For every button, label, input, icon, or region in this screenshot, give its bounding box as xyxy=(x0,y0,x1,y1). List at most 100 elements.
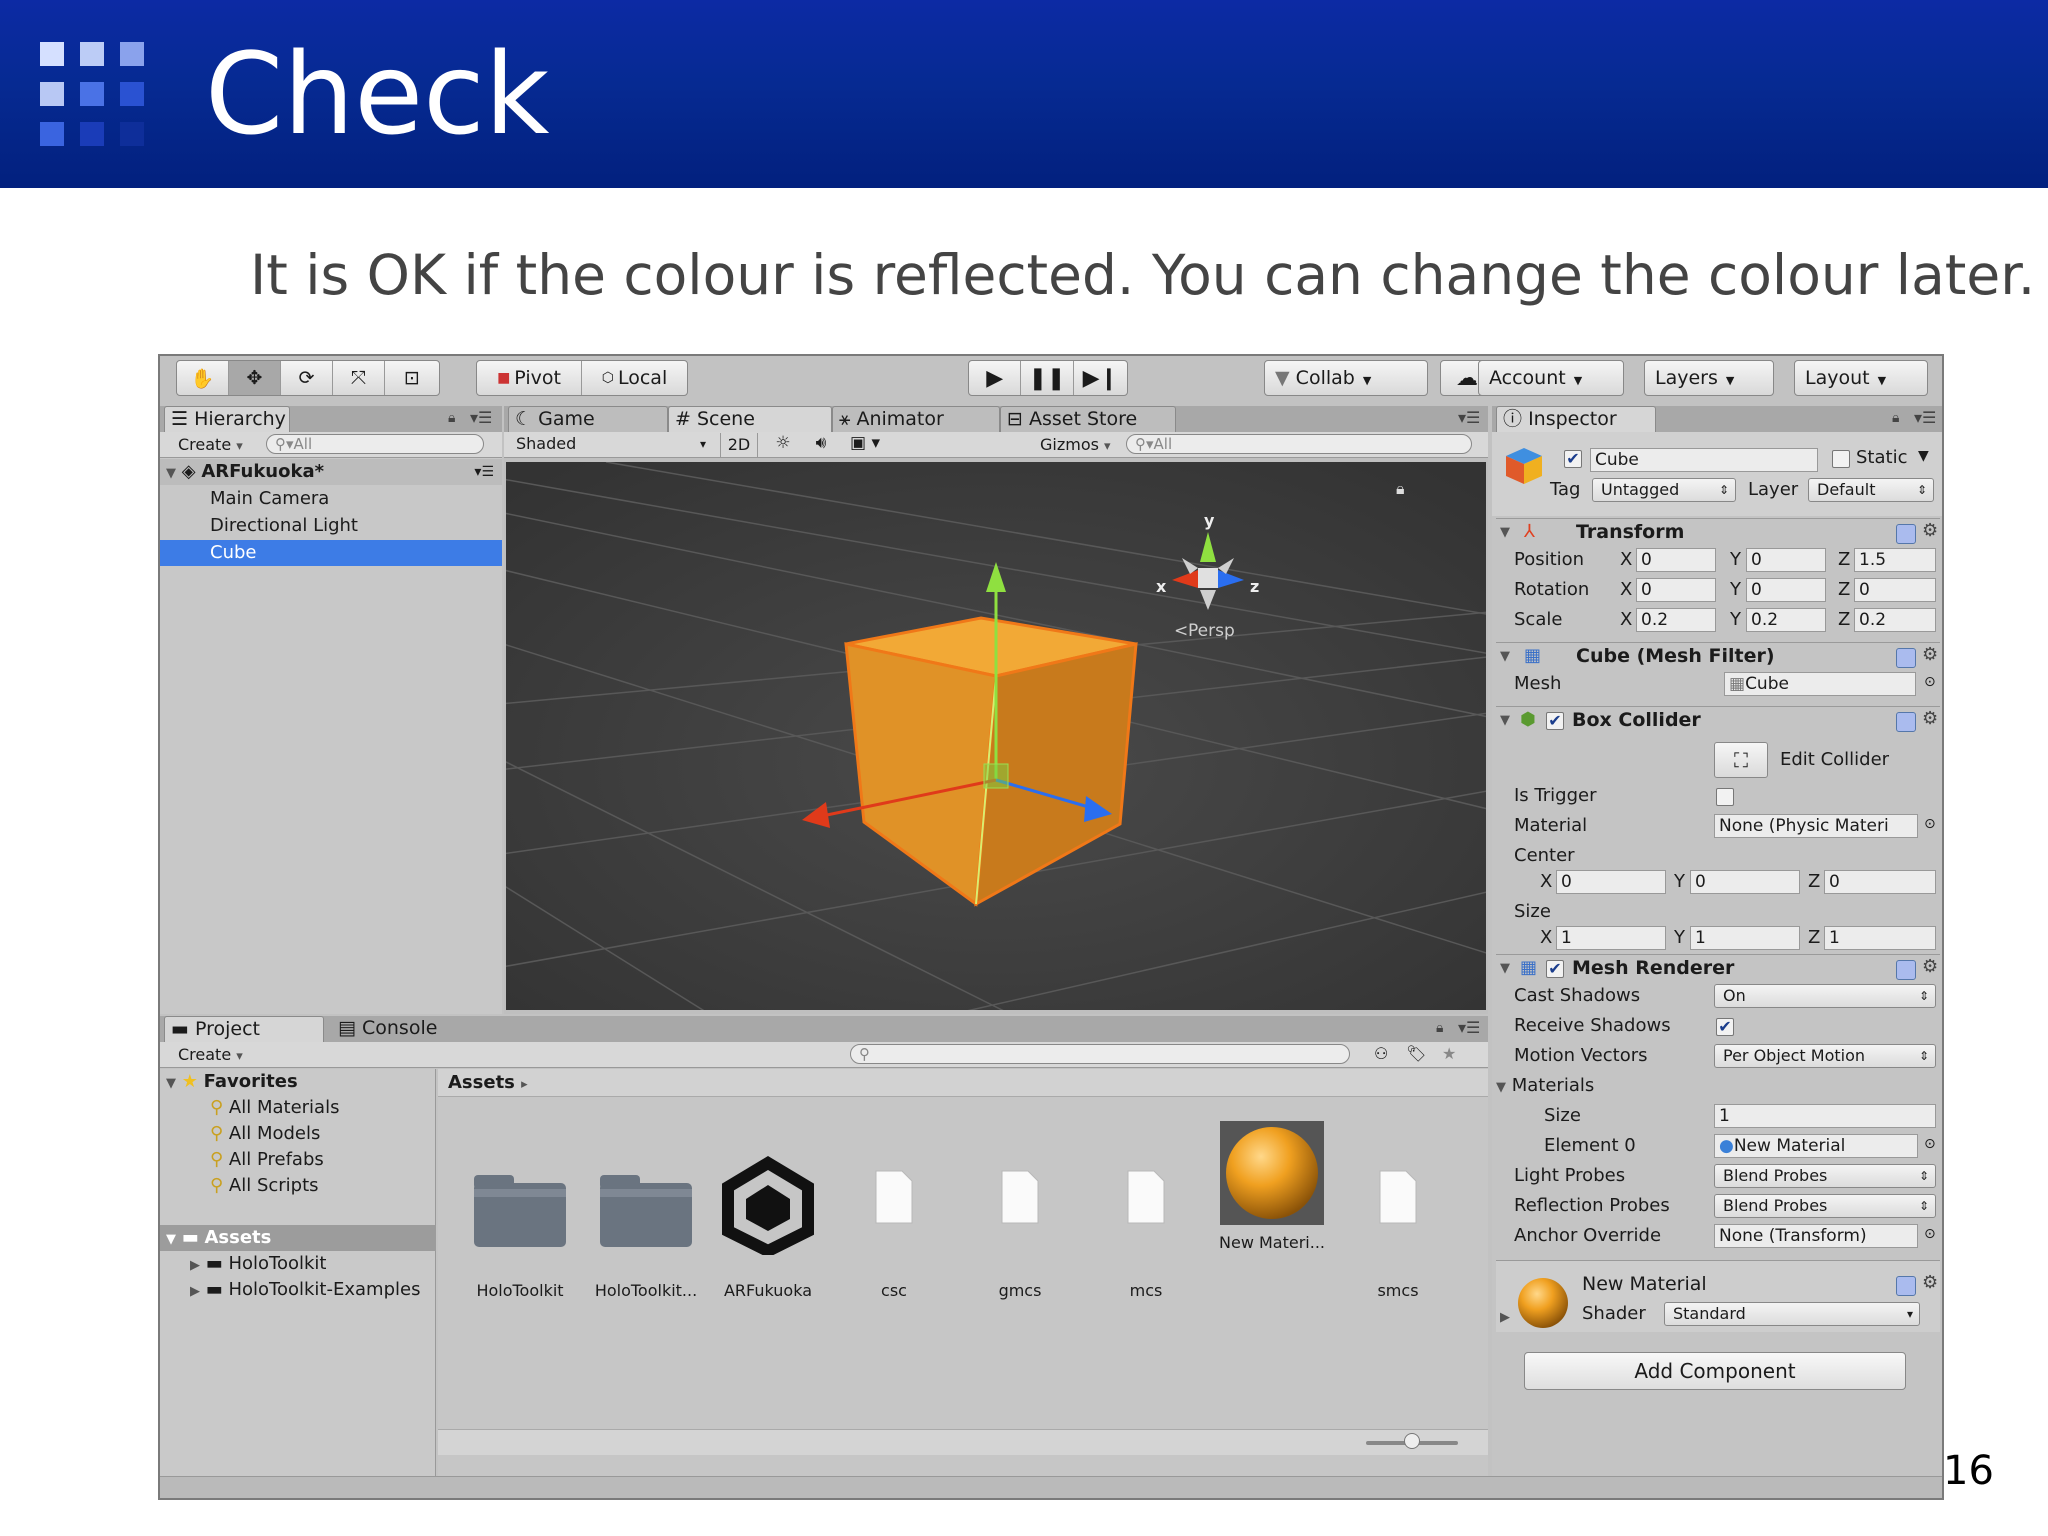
tab-hierarchy[interactable]: ☰ Hierarchy xyxy=(164,406,290,432)
rotation-z-field[interactable]: 0 xyxy=(1854,578,1936,602)
scale-z-field[interactable]: 0.2 xyxy=(1854,608,1936,632)
center-x-field[interactable]: 0 xyxy=(1556,870,1666,894)
mesh-filter-header[interactable]: ▼ ▦ Cube (Mesh Filter) xyxy=(1496,642,1940,672)
scene-search-input[interactable]: ⚲▾All xyxy=(1126,434,1472,454)
step-button[interactable]: ▶❙ xyxy=(1074,361,1127,395)
shader-dropdown[interactable]: Standard ▾ xyxy=(1664,1302,1920,1326)
scene-root-row[interactable]: ▼ ◈ ARFukuoka* ▾☰ xyxy=(160,459,502,485)
hierarchy-search-input[interactable]: ⚲▾All xyxy=(266,434,484,454)
tab-inspector[interactable]: ⓘ Inspector xyxy=(1496,406,1656,432)
collapse-triangle-icon[interactable]: ▶ xyxy=(190,1258,200,1273)
materials-label[interactable]: ▼ Materials xyxy=(1496,1074,1594,1100)
collab-dropdown[interactable]: ▼ Collab ▼ xyxy=(1264,360,1428,396)
object-picker-icon[interactable]: ⊙ xyxy=(1924,674,1936,690)
help-book-icon[interactable] xyxy=(1896,648,1916,668)
object-name-input[interactable]: Cube xyxy=(1590,448,1818,472)
asset-item[interactable]: mcs xyxy=(1086,1169,1206,1300)
slider-thumb[interactable] xyxy=(1404,1433,1420,1449)
hierarchy-item-selected[interactable]: Cube xyxy=(160,540,502,566)
lock-icon[interactable]: 🔒︎ xyxy=(1892,410,1899,426)
rotate-tool[interactable]: ⟳ xyxy=(281,361,333,395)
expand-triangle-icon[interactable]: ▼ xyxy=(166,466,176,481)
gear-icon[interactable]: ⚙ xyxy=(1922,1272,1938,1293)
tab-asset-store[interactable]: ⊟ Asset Store xyxy=(1000,406,1176,432)
layer-dropdown[interactable]: Default ⇕ xyxy=(1808,478,1934,502)
asset-item[interactable]: HoloToolkit... xyxy=(586,1169,706,1300)
help-book-icon[interactable] xyxy=(1896,524,1916,544)
scene-menu-icon[interactable]: ▾☰ xyxy=(474,459,494,485)
asset-item[interactable]: HoloToolkit xyxy=(460,1169,580,1300)
lock-icon[interactable]: 🔒︎ xyxy=(1436,1020,1443,1036)
gear-icon[interactable]: ⚙ xyxy=(1922,520,1938,541)
panel-menu-icon[interactable]: ▾☰ xyxy=(1458,1018,1480,1037)
move-tool[interactable]: ✥ xyxy=(229,361,281,395)
scale-x-field[interactable]: 0.2 xyxy=(1636,608,1716,632)
add-component-button[interactable]: Add Component xyxy=(1524,1352,1906,1390)
gear-icon[interactable]: ⚙ xyxy=(1922,708,1938,729)
size-x-field[interactable]: 1 xyxy=(1556,926,1666,950)
object-picker-icon[interactable]: ⊙ xyxy=(1924,816,1936,832)
hand-tool[interactable]: ✋ xyxy=(177,361,229,395)
lock-icon[interactable]: 🔒︎ xyxy=(1396,479,1405,498)
is-trigger-checkbox[interactable] xyxy=(1716,788,1734,806)
favorite-item[interactable]: ⚲ All Scripts xyxy=(210,1173,319,1199)
scale-tool[interactable]: ⤧ xyxy=(333,361,385,395)
asset-item[interactable]: csc xyxy=(834,1169,954,1300)
expand-triangle-icon[interactable]: ▶ xyxy=(1500,1310,1510,1325)
breadcrumb[interactable]: Assets ▸ xyxy=(448,1070,528,1096)
tab-animator[interactable]: ⚹ Animator xyxy=(832,406,1000,432)
size-z-field[interactable]: 1 xyxy=(1824,926,1936,950)
element0-field[interactable]: ●New Material xyxy=(1714,1134,1918,1158)
filter-type-icon[interactable]: ⚇ xyxy=(1374,1044,1388,1063)
shading-dropdown[interactable]: Shaded ▾ xyxy=(508,433,712,457)
hierarchy-create-button[interactable]: Create ▾ xyxy=(178,435,243,454)
expand-triangle-icon[interactable]: ▼ xyxy=(1500,525,1510,540)
expand-triangle-icon[interactable]: ▼ xyxy=(1500,649,1510,664)
gear-icon[interactable]: ⚙ xyxy=(1922,644,1938,665)
rotation-y-field[interactable]: 0 xyxy=(1746,578,1826,602)
object-picker-icon[interactable]: ⊙ xyxy=(1924,1136,1936,1152)
asset-item[interactable]: ARFukuoka xyxy=(708,1156,828,1300)
favorite-item[interactable]: ⚲ All Prefabs xyxy=(210,1147,324,1173)
light-probes-dropdown[interactable]: Blend Probes ⇕ xyxy=(1714,1164,1936,1188)
filter-label-icon[interactable]: 🏷︎ xyxy=(1406,1044,1426,1063)
panel-menu-icon[interactable]: ▾☰ xyxy=(470,408,492,427)
assets-root-row[interactable]: ▼ ▬ Assets xyxy=(160,1225,436,1251)
active-checkbox[interactable]: ✔ xyxy=(1564,450,1582,468)
rect-tool[interactable]: ⊡ xyxy=(385,361,439,395)
mesh-field[interactable]: ▦Cube xyxy=(1724,672,1916,696)
asset-folder-row[interactable]: ▶ ▬ HoloToolkit xyxy=(190,1251,327,1277)
panel-menu-icon[interactable]: ▾☰ xyxy=(1914,408,1936,427)
account-dropdown[interactable]: Account ▼ xyxy=(1478,360,1624,396)
mode-2d-toggle[interactable]: 2D xyxy=(720,433,758,457)
pause-button[interactable]: ❚❚ xyxy=(1021,361,1074,395)
object-picker-icon[interactable]: ⊙ xyxy=(1924,1226,1936,1242)
tab-game[interactable]: ☾ Game xyxy=(508,406,668,432)
collapse-triangle-icon[interactable]: ▶ xyxy=(190,1284,200,1299)
projection-label[interactable]: Persp xyxy=(1188,621,1235,641)
tab-project[interactable]: ▬ Project xyxy=(164,1016,324,1042)
star-icon[interactable]: ★ xyxy=(1442,1044,1456,1063)
expand-triangle-icon[interactable]: ▼ xyxy=(1500,713,1510,728)
audio-toggle-icon[interactable]: 🔊︎ xyxy=(804,433,838,457)
project-search-input[interactable]: ⚲ xyxy=(850,1044,1350,1064)
edit-collider-button[interactable]: ⛶ xyxy=(1714,742,1768,778)
lighting-toggle-icon[interactable]: ☼ xyxy=(766,433,800,457)
local-button[interactable]: ⬡ Local xyxy=(582,361,687,395)
hierarchy-item[interactable]: Main Camera xyxy=(160,486,502,512)
position-x-field[interactable]: 0 xyxy=(1636,548,1716,572)
tab-console[interactable]: ▤ Console xyxy=(332,1016,492,1042)
favorite-item[interactable]: ⚲ All Models xyxy=(210,1121,320,1147)
lock-icon[interactable]: 🔒︎ xyxy=(448,410,455,426)
center-z-field[interactable]: 0 xyxy=(1824,870,1936,894)
box-collider-enabled-checkbox[interactable]: ✔ xyxy=(1546,712,1564,730)
expand-triangle-icon[interactable]: ▼ xyxy=(166,1232,176,1247)
motion-vectors-dropdown[interactable]: Per Object Motion ⇕ xyxy=(1714,1044,1936,1068)
scene-viewport[interactable]: y x z 🔒︎ < Persp xyxy=(506,462,1486,1010)
project-create-button[interactable]: Create ▾ xyxy=(178,1045,243,1064)
hierarchy-item[interactable]: Directional Light xyxy=(160,513,502,539)
expand-triangle-icon[interactable]: ▼ xyxy=(1496,1080,1506,1095)
position-z-field[interactable]: 1.5 xyxy=(1854,548,1936,572)
mesh-renderer-enabled-checkbox[interactable]: ✔ xyxy=(1546,960,1564,978)
xz-plane-handle[interactable] xyxy=(983,763,1009,789)
